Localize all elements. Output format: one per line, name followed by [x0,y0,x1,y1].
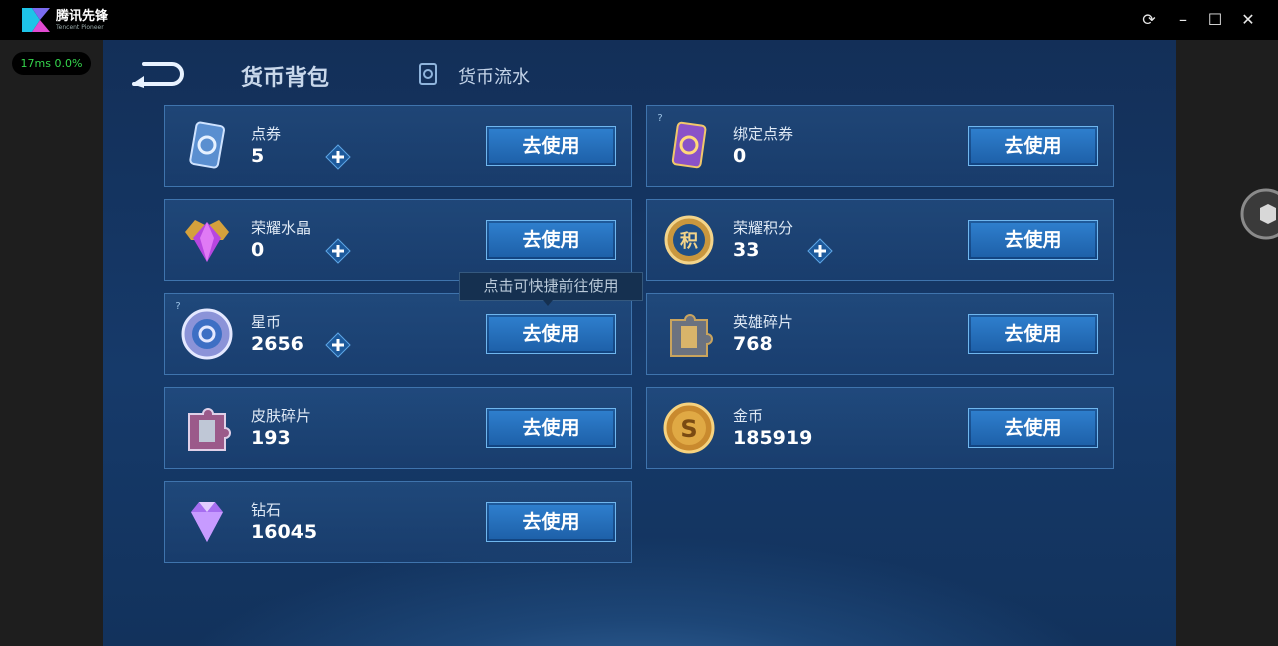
add-icon[interactable] [325,144,351,170]
maximize-icon[interactable]: ☐ [1203,8,1227,32]
use-button[interactable]: 去使用 [968,220,1098,260]
currency-name: 英雄碎片 [733,313,794,331]
use-button[interactable]: 去使用 [486,502,616,542]
hero-shard-icon [670,314,713,357]
add-icon[interactable] [325,332,351,358]
currency-value: 2656 [251,333,304,355]
minimize-icon[interactable]: – [1171,8,1195,32]
app-title: 腾讯先锋 [56,9,109,24]
use-button[interactable]: 去使用 [486,408,616,448]
game-screen: 货币背包 货币流水 点券 5 去使用 ? 绑定点券 0 去使用 荣耀水晶 0 去… [103,40,1176,646]
add-icon[interactable] [807,238,833,264]
quick-use-tooltip: 点击可快捷前往使用 [459,272,643,301]
currency-name: 钻石 [251,501,282,519]
glory-points-icon: 积 [664,215,714,265]
currency-name: 绑定点券 [733,125,794,143]
currency-name: 点券 [251,125,282,143]
currency-value: 16045 [251,521,318,543]
tooltip-arrow-icon [543,300,553,306]
currency-value: 33 [733,239,760,261]
tab-currency-flow[interactable]: 货币流水 [458,63,530,89]
title-bar: 腾讯先锋 Tencent Pioneer ⟳ – ☐ ✕ [0,0,1278,40]
use-button[interactable]: 去使用 [968,408,1098,448]
tab-currency-bag[interactable]: 货币背包 [241,60,329,92]
currency-value: 185919 [733,427,813,449]
add-icon[interactable] [325,238,351,264]
points-badge-glyph: 积 [680,231,698,252]
use-button[interactable]: 去使用 [968,314,1098,354]
currency-name: 荣耀积分 [733,219,794,237]
bound-voucher-icon [671,121,707,169]
currency-name: 金币 [733,407,764,425]
app-subtitle: Tencent Pioneer [56,24,104,31]
currency-card: 英雄碎片 768 去使用 [646,293,1114,375]
currency-value: 0 [251,239,265,261]
emulator-window: 腾讯先锋 Tencent Pioneer ⟳ – ☐ ✕ 17ms 0.0% 货… [0,0,1278,646]
back-arrow-icon[interactable] [128,58,184,88]
currency-card: S 金币 185919 去使用 [646,387,1114,469]
use-button[interactable]: 去使用 [486,126,616,166]
gold-coin-icon: S [663,402,715,454]
close-icon[interactable]: ✕ [1236,8,1260,32]
diamond-icon [191,502,223,542]
currency-value: 768 [733,333,773,355]
glory-crystal-icon [185,220,229,262]
use-button[interactable]: 去使用 [968,126,1098,166]
currency-flow-icon [419,63,437,85]
currency-value: 0 [733,145,747,167]
gold-badge-glyph: S [680,415,697,443]
app-logo-icon [22,8,50,32]
currency-card: 荣耀水晶 0 去使用 [164,199,632,281]
currency-name: 荣耀水晶 [251,219,312,237]
star-coin-icon [181,308,233,360]
floating-menu-icon[interactable] [1240,188,1278,240]
currency-card: 皮肤碎片 193 去使用 [164,387,632,469]
use-button[interactable]: 去使用 [486,220,616,260]
currency-card: ? 星币 2656 去使用 [164,293,632,375]
fps-readout: 17ms 0.0% [12,52,91,75]
currency-name: 星币 [251,313,282,331]
currency-card: ? 绑定点券 0 去使用 [646,105,1114,187]
refresh-icon[interactable]: ⟳ [1137,8,1161,32]
currency-card: 积 荣耀积分 33 去使用 [646,199,1114,281]
currency-card: 点券 5 去使用 [164,105,632,187]
currency-name: 皮肤碎片 [251,407,312,425]
currency-value: 193 [251,427,291,449]
voucher-icon [189,121,225,169]
currency-card: 钻石 16045 去使用 [164,481,632,563]
currency-value: 5 [251,145,265,167]
use-button[interactable]: 去使用 [486,314,616,354]
skin-shard-icon [188,408,231,451]
